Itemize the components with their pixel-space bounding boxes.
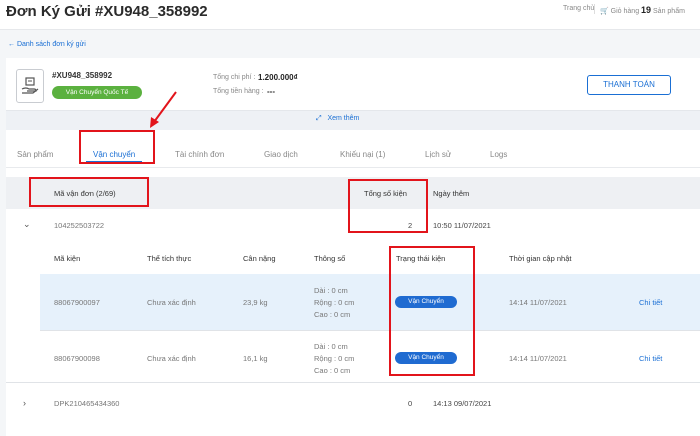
- chevron-down-icon[interactable]: ⌄: [23, 219, 31, 230]
- annotation-box-tab: [79, 130, 155, 164]
- header-updated: Thời gian cập nhật: [509, 254, 572, 263]
- detail-link[interactable]: Chi tiết: [639, 354, 662, 363]
- tab-history[interactable]: Lịch sử: [425, 150, 451, 159]
- cart-link[interactable]: 🛒 Giỏ hàng 19 Sản phẩm: [600, 5, 685, 15]
- package-height: Cao : 0 cm: [314, 366, 351, 375]
- package-updated: 14:14 11/07/2021: [509, 298, 567, 307]
- service-badge: Vận Chuyển Quốc Tế: [52, 86, 142, 99]
- back-link-label: Danh sách đơn ký gửi: [16, 41, 86, 48]
- goods-total-label: Tổng tiền hàng :: [213, 88, 264, 95]
- package-code: 88067900098: [54, 354, 100, 363]
- shipment-code: DPK210465434360: [54, 399, 120, 408]
- see-more-link[interactable]: ⤢ Xem thêm: [316, 115, 359, 123]
- tab-finance[interactable]: Tài chính đơn: [175, 150, 224, 159]
- header-date-added: Ngày thêm: [433, 189, 470, 198]
- tab-divider: [6, 167, 700, 168]
- back-link[interactable]: ← Danh sách đơn ký gửi: [8, 41, 86, 48]
- package-table-header: [6, 242, 700, 274]
- page-title: Đơn Ký Gửi #XU948_358992: [6, 3, 208, 20]
- shipment-count: 0: [408, 399, 413, 408]
- detail-link[interactable]: Chi tiết: [639, 298, 662, 307]
- annotation-box-status: [389, 246, 475, 376]
- annotation-arrow-icon: [150, 91, 177, 128]
- package-height: Cao : 0 cm: [314, 310, 351, 319]
- order-code: #XU948_358992: [52, 71, 113, 80]
- expand-icon: ⤢: [316, 115, 322, 122]
- home-link[interactable]: Trang chủ: [563, 5, 594, 12]
- cart-icon: 🛒: [600, 8, 609, 15]
- tab-transactions[interactable]: Giao dịch: [264, 150, 298, 159]
- total-cost-label: Tổng chi phí :: [213, 74, 256, 81]
- chevron-right-icon[interactable]: ›: [23, 398, 26, 408]
- header-volume: Thể tích thực: [147, 254, 192, 263]
- row-divider: [6, 382, 700, 383]
- tab-products[interactable]: Sản phẩm: [17, 150, 53, 159]
- package-length: Dài : 0 cm: [314, 342, 348, 351]
- cart-label: Giỏ hàng: [610, 8, 640, 15]
- package-width: Rộng : 0 cm: [314, 354, 355, 363]
- package-weight: 16,1 kg: [243, 354, 268, 363]
- total-cost-value: 1.200.000₫: [258, 73, 298, 82]
- products-label: Sản phẩm: [653, 8, 685, 15]
- header-weight: Cân nặng: [243, 254, 276, 263]
- shipment-date: 10:50 11/07/2021: [433, 221, 491, 230]
- cart-count: 19: [641, 5, 652, 15]
- goods-total-value: ---: [267, 87, 275, 96]
- package-weight: 23,9 kg: [243, 298, 268, 307]
- tab-complaints[interactable]: Khiếu nại (1): [340, 150, 385, 159]
- package-width: Rộng : 0 cm: [314, 298, 355, 307]
- see-more-label: Xem thêm: [327, 115, 360, 122]
- package-volume: Chưa xác định: [147, 354, 196, 363]
- package-volume: Chưa xác định: [147, 298, 196, 307]
- annotation-box-count: [348, 179, 428, 233]
- shipment-code: 104252503722: [54, 221, 105, 230]
- package-code: 88067900097: [54, 298, 100, 307]
- package-length: Dài : 0 cm: [314, 286, 348, 295]
- shipment-date: 14:13 09/07/2021: [433, 399, 492, 408]
- row-divider: [40, 330, 700, 331]
- tab-logs[interactable]: Logs: [490, 150, 507, 159]
- pay-button[interactable]: THANH TOÁN: [587, 75, 671, 95]
- package-updated: 14:14 11/07/2021: [509, 354, 567, 363]
- table-row: [40, 274, 700, 330]
- header-specs: Thông số: [314, 254, 346, 263]
- order-icon: [16, 69, 44, 103]
- header-package-code: Mã kiện: [54, 254, 81, 263]
- annotation-box-tracking: [29, 177, 149, 207]
- divider: [594, 4, 595, 14]
- arrow-left-icon: ←: [8, 41, 15, 48]
